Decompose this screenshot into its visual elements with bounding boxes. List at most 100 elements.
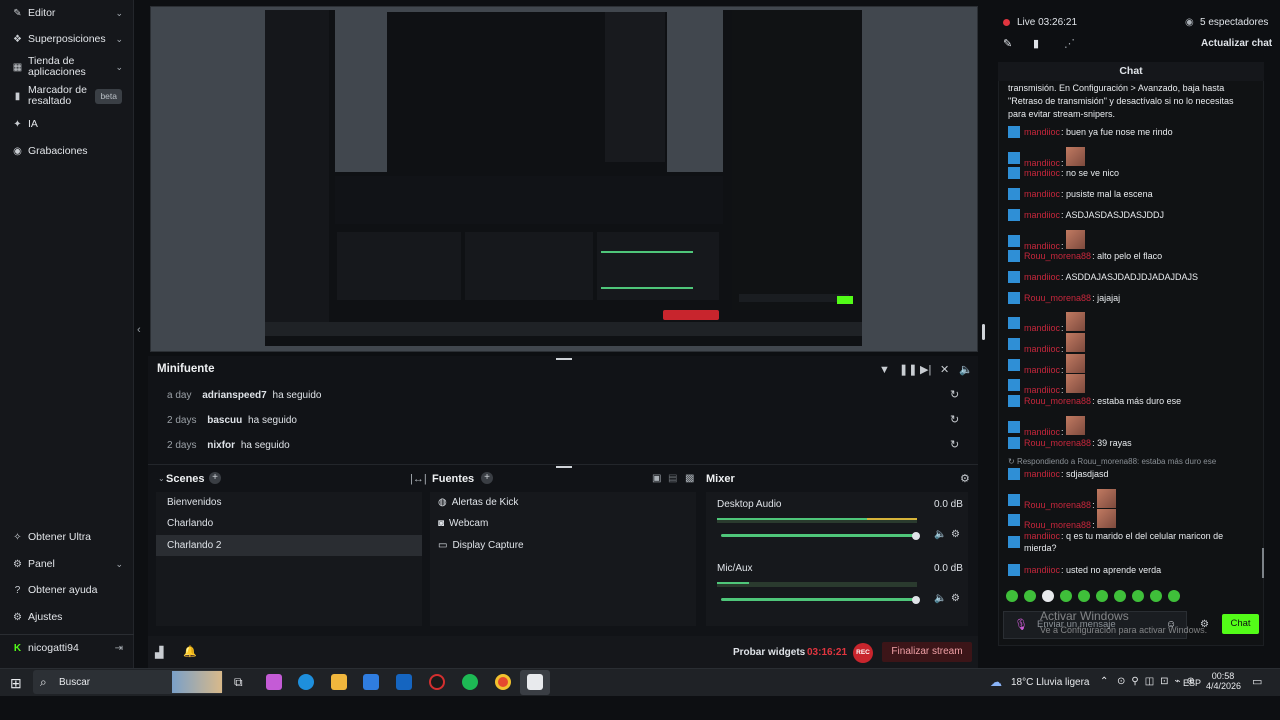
chat-username[interactable]: mandiioc [1024,344,1060,354]
sidebar-user[interactable]: K nicogatti94 ⇥ [0,641,134,655]
chat-username[interactable]: mandiioc [1024,272,1060,282]
collapse-width-icon[interactable]: |↔| [410,473,427,485]
replay-icon[interactable]: ↻ [950,413,959,426]
skip-icon[interactable]: ▶| [920,363,931,376]
chevron-down-icon[interactable]: ⌄ [158,474,165,483]
chat-username[interactable]: mandiioc [1024,241,1060,251]
emote-icon[interactable] [1150,590,1162,602]
chat-username[interactable]: mandiioc [1024,565,1060,575]
drag-handle[interactable] [556,466,572,468]
bell-icon[interactable]: 🔔 [183,645,197,658]
spotify-icon[interactable] [462,674,478,690]
source-settings-icon[interactable]: ▣ [652,473,661,484]
send-chat-button[interactable]: Chat [1222,614,1259,634]
collapse-icon[interactable]: ⇥ [115,643,123,654]
chat-username[interactable]: Rouu_morena88 [1024,520,1091,530]
source-item[interactable]: ▭ Display Capture [438,540,524,551]
emote-icon[interactable] [1132,590,1144,602]
emote-icon[interactable] [1114,590,1126,602]
stats-icon[interactable]: ▟ [155,646,163,659]
volume-slider[interactable] [721,598,916,601]
streamlabs-icon[interactable] [527,674,543,690]
chat-username[interactable]: Rouu_morena88 [1024,396,1091,406]
sidebar-item-help[interactable]: ? Obtener ayuda [0,583,134,597]
weather-text[interactable]: 18°C Lluvia ligera [1011,677,1090,688]
gear-icon[interactable]: ⚙ [951,529,960,540]
speaker-icon[interactable]: 🔈 [934,529,946,540]
edge-icon[interactable] [298,674,314,690]
gear-icon[interactable]: ⚙ [960,472,970,485]
chat-username[interactable]: mandiioc [1024,210,1060,220]
chat-username[interactable]: mandiioc [1024,168,1060,178]
update-chat-button[interactable]: Actualizar chat [1201,38,1272,49]
emote-icon[interactable] [1006,590,1018,602]
emote-icon[interactable] [1096,590,1108,602]
chat-username[interactable]: mandiioc [1024,158,1060,168]
volume-slider[interactable] [721,534,916,537]
emote-icon[interactable] [1168,590,1180,602]
chat-scrollbar[interactable] [1262,548,1264,578]
file-explorer-icon[interactable] [331,674,347,690]
sidebar-item-overlays[interactable]: ❖ Superposiciones ⌄ [0,32,134,46]
emoji-icon[interactable]: ☺ [1166,619,1176,630]
emote-icon[interactable] [1078,590,1090,602]
speaker-icon[interactable]: 🔈 [934,593,946,604]
language-indicator[interactable]: ESP [1183,678,1201,688]
resize-handle[interactable] [982,324,985,340]
source-folder-icon[interactable]: ▩ [685,473,694,484]
mail-icon[interactable] [396,674,412,690]
chat-username[interactable]: mandiioc [1024,189,1060,199]
source-item[interactable]: ◍ Alertas de Kick [438,497,518,508]
test-widgets-button[interactable]: Probar widgets [733,647,805,658]
obs-icon[interactable] [429,674,445,690]
edit-icon[interactable]: ✎ [1003,37,1012,50]
gear-icon[interactable]: ⚙ [1200,619,1209,630]
filter-icon[interactable]: ▼ [879,364,890,376]
share-icon[interactable]: ⋰ [1064,37,1075,50]
replay-icon[interactable]: ↻ [950,438,959,451]
sidebar-item-ai[interactable]: ✦ IA [0,117,134,131]
notification-icon[interactable]: ▭ [1252,675,1262,688]
sidebar-item-app-store[interactable]: ▦ Tienda de aplicaciones ⌄ [0,55,134,79]
chat-username[interactable]: mandiioc [1024,365,1060,375]
chat-username[interactable]: mandiioc [1024,469,1060,479]
volume-icon[interactable]: 🔈 [959,363,973,376]
source-item[interactable]: ◙ Webcam [438,518,488,529]
scene-item-selected[interactable]: Charlando 2 [167,540,221,551]
chat-username[interactable]: mandiioc [1024,427,1060,437]
chat-username[interactable]: Rouu_morena88 [1024,293,1091,303]
copilot-icon[interactable] [266,674,282,690]
scene-item[interactable]: Bienvenidos [167,497,221,508]
chevron-left-icon[interactable]: ‹ [137,324,141,336]
task-view-icon[interactable]: ⧉ [234,675,243,690]
store-icon[interactable] [363,674,379,690]
chevron-up-icon[interactable]: ⌃ [1100,676,1108,687]
sidebar-item-settings[interactable]: ⚙ Ajustes [0,610,134,624]
chat-username[interactable]: mandiioc [1024,385,1060,395]
sidebar-item-panel[interactable]: ⚙ Panel ⌄ [0,557,134,571]
sidebar-item-recordings[interactable]: ◉ Grabaciones [0,144,134,158]
chat-username[interactable]: mandiioc [1024,531,1060,541]
add-source-button[interactable]: + [481,472,493,484]
pause-icon[interactable]: ❚❚ [899,363,917,376]
scene-item[interactable]: Charlando [167,518,213,529]
chat-username[interactable]: mandiioc [1024,323,1060,333]
chat-username[interactable]: Rouu_morena88 [1024,500,1091,510]
chat-username[interactable]: Rouu_morena88 [1024,251,1091,261]
windows-start-icon[interactable]: ⊞ [10,675,22,692]
end-stream-button[interactable]: Finalizar stream [882,642,972,662]
source-group-icon[interactable]: ▤ [668,473,677,484]
clip-icon[interactable]: ▮ [1033,37,1039,50]
emote-icon[interactable] [1042,590,1054,602]
replay-icon[interactable]: ↻ [950,388,959,401]
gear-icon[interactable]: ⚙ [951,593,960,604]
volume-slider-knob[interactable] [912,532,920,540]
rec-button[interactable]: REC [853,643,873,663]
add-scene-button[interactable]: + [209,472,221,484]
clock[interactable]: 00:58 4/4/2026 [1206,671,1241,691]
drag-handle[interactable] [556,358,572,360]
emote-icon[interactable] [1060,590,1072,602]
sidebar-item-editor[interactable]: ✎ Editor ⌄ [0,6,134,20]
mic-icon[interactable]: 🎙 [1014,618,1028,631]
chat-username[interactable]: mandiioc [1024,127,1060,137]
